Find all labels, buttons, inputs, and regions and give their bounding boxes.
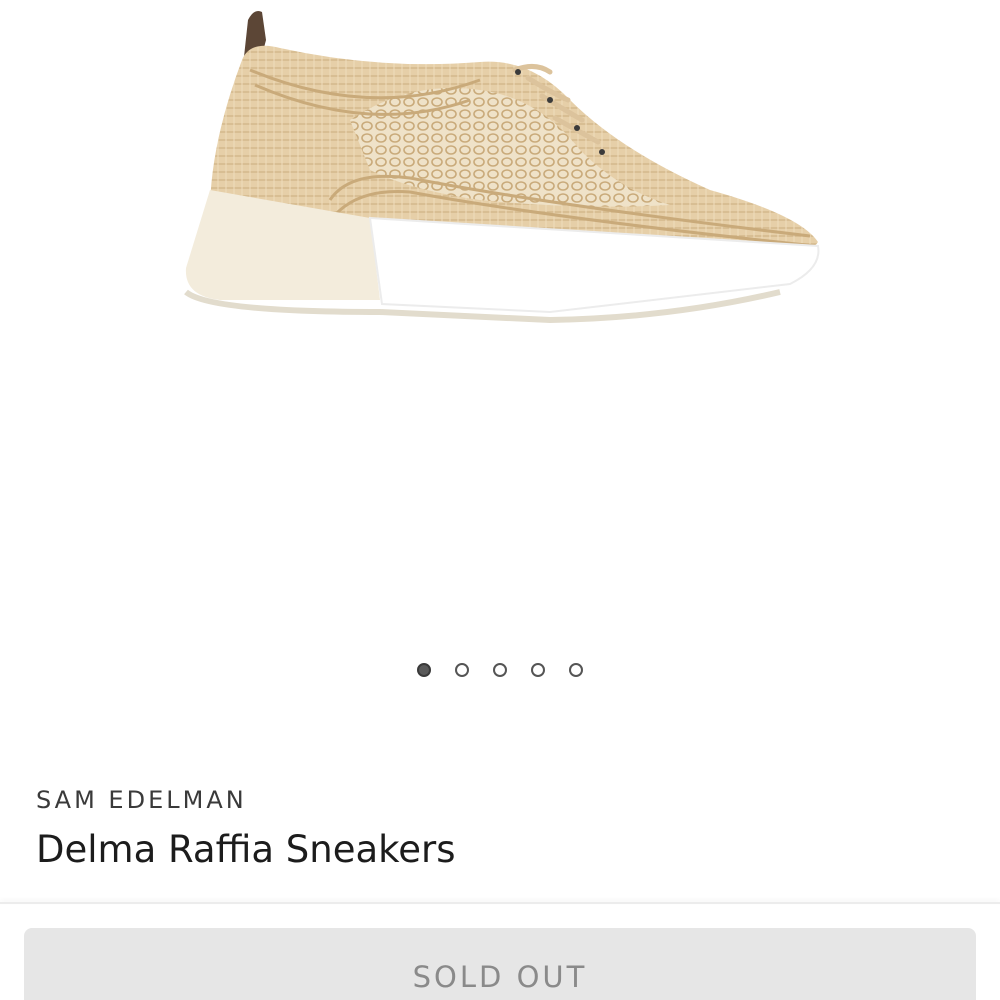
carousel-dot-4[interactable] bbox=[531, 663, 545, 677]
carousel-dot-3[interactable] bbox=[493, 663, 507, 677]
product-title: Delma Raffia Sneakers bbox=[36, 828, 456, 871]
image-carousel-dots bbox=[0, 663, 1000, 677]
sold-out-button[interactable]: SOLD OUT bbox=[24, 928, 976, 1000]
carousel-dot-5[interactable] bbox=[569, 663, 583, 677]
product-page: SAM EDELMAN Delma Raffia Sneakers SOLD O… bbox=[0, 0, 1000, 1000]
brand-name[interactable]: SAM EDELMAN bbox=[36, 786, 247, 814]
divider bbox=[0, 902, 1000, 904]
carousel-dot-2[interactable] bbox=[455, 663, 469, 677]
carousel-dot-1[interactable] bbox=[417, 663, 431, 677]
product-image[interactable] bbox=[150, 0, 850, 340]
